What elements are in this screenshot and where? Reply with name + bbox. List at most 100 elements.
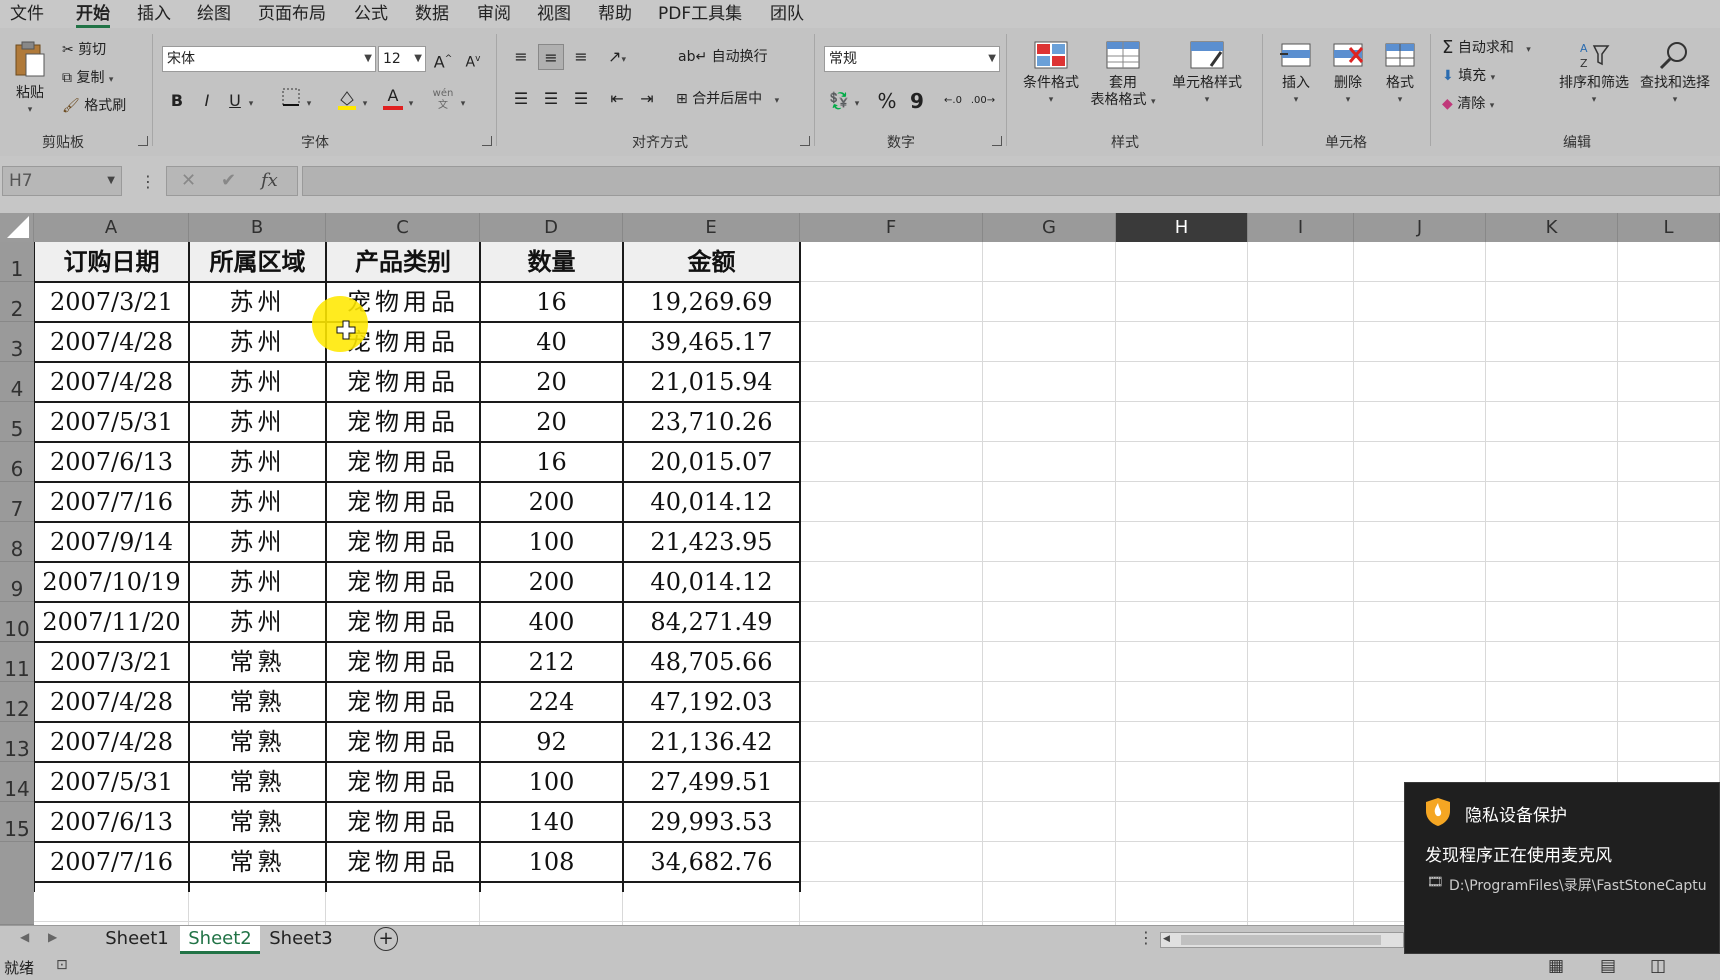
row-header-8[interactable]: 8 xyxy=(0,522,34,562)
number-format-select[interactable]: 常规 ▼ xyxy=(824,46,1000,72)
align-bottom-button[interactable]: ≡ xyxy=(568,44,594,70)
sheet-tab-2[interactable]: Sheet2 xyxy=(180,926,260,954)
fill-color-dropdown[interactable]: ▾ xyxy=(358,88,372,114)
table-header-cell[interactable]: 数量 xyxy=(480,242,623,282)
table-cell[interactable]: 2007/7/16 xyxy=(34,842,189,882)
format-as-table-button[interactable]: 套用 表格格式 ▾ xyxy=(1084,40,1162,111)
column-header-j[interactable]: J xyxy=(1354,213,1486,242)
shrink-font-button[interactable]: Av xyxy=(460,46,486,72)
merge-center-button[interactable]: ⊞ 合并后居中 ▾ xyxy=(676,87,779,111)
row-header-12[interactable]: 12 xyxy=(0,682,34,722)
table-cell[interactable]: 20 xyxy=(480,362,623,402)
table-cell[interactable]: 苏州 xyxy=(189,602,326,642)
font-name-select[interactable]: 宋体 ▼ xyxy=(162,46,376,72)
row-header-11[interactable]: 11 xyxy=(0,642,34,682)
table-cell[interactable]: 2007/6/13 xyxy=(34,802,189,842)
table-cell[interactable]: 2007/10/19 xyxy=(34,562,189,602)
menu-page-layout[interactable]: 页面布局 xyxy=(258,2,326,26)
column-header-e[interactable]: E xyxy=(623,213,800,242)
italic-button[interactable]: I xyxy=(194,88,220,114)
sort-filter-button[interactable]: AZ 排序和筛选 ▾ xyxy=(1554,40,1634,109)
more-options-icon[interactable]: ⋮ xyxy=(140,170,156,194)
table-cell[interactable]: 常熟 xyxy=(189,762,326,802)
row-header-14[interactable]: 14 xyxy=(0,762,34,802)
align-right-button[interactable]: ☰ xyxy=(568,86,594,112)
table-cell[interactable]: 2007/5/31 xyxy=(34,402,189,442)
underline-dropdown[interactable]: ▾ xyxy=(244,88,258,114)
table-cell[interactable]: 宠物用品 xyxy=(326,522,480,562)
menu-formulas[interactable]: 公式 xyxy=(354,2,388,26)
cell-styles-button[interactable]: 单元格样式 ▾ xyxy=(1162,40,1252,109)
row-header-4[interactable]: 4 xyxy=(0,362,34,402)
table-cell[interactable]: 23,710.26 xyxy=(623,402,800,442)
font-color-button[interactable]: A xyxy=(380,86,406,112)
conditional-format-button[interactable]: 条件格式 ▾ xyxy=(1018,40,1084,109)
column-header-d[interactable]: D xyxy=(480,213,623,242)
table-cell[interactable]: 2007/4/28 xyxy=(34,322,189,362)
table-cell[interactable]: 108 xyxy=(480,842,623,882)
table-cell[interactable]: 苏州 xyxy=(189,522,326,562)
table-cell[interactable]: 苏州 xyxy=(189,402,326,442)
border-dropdown[interactable]: ▾ xyxy=(302,88,316,114)
table-cell[interactable]: 宠物用品 xyxy=(326,642,480,682)
orientation-button[interactable]: ↗▾ xyxy=(604,44,630,70)
table-cell[interactable]: 200 xyxy=(480,482,623,522)
align-middle-button[interactable]: ≡ xyxy=(538,44,564,70)
table-cell[interactable]: 212 xyxy=(480,642,623,682)
formula-input[interactable] xyxy=(302,166,1720,196)
table-cell[interactable]: 宠物用品 xyxy=(326,722,480,762)
column-header-a[interactable]: A xyxy=(34,213,189,242)
sheet-tab-1[interactable]: Sheet1 xyxy=(98,926,176,954)
scroll-tabs-left-icon[interactable]: ◀ xyxy=(20,930,29,944)
menu-view[interactable]: 视图 xyxy=(537,2,571,26)
font-color-dropdown[interactable]: ▾ xyxy=(404,88,418,114)
enter-icon[interactable]: ✔ xyxy=(221,170,236,191)
table-cell[interactable]: 常熟 xyxy=(189,802,326,842)
table-cell[interactable]: 宠物用品 xyxy=(326,762,480,802)
menu-data[interactable]: 数据 xyxy=(415,2,449,26)
border-button[interactable] xyxy=(278,88,304,114)
table-cell[interactable]: 常熟 xyxy=(189,842,326,882)
table-cell[interactable]: 2007/5/31 xyxy=(34,762,189,802)
table-cell[interactable]: 2007/11/20 xyxy=(34,602,189,642)
fill-button[interactable]: ⬇ 填充 ▾ xyxy=(1442,64,1495,88)
row-header-1[interactable]: 1 xyxy=(0,242,34,282)
table-cell[interactable]: 2007/7/16 xyxy=(34,482,189,522)
table-cell[interactable]: 宠物用品 xyxy=(326,842,480,882)
clipboard-launcher-icon[interactable] xyxy=(138,136,148,146)
clear-button[interactable]: ◆ 清除 ▾ xyxy=(1442,92,1494,116)
menu-review[interactable]: 审阅 xyxy=(477,2,511,26)
table-cell[interactable]: 常熟 xyxy=(189,642,326,682)
insert-cells-button[interactable]: 插入 ▾ xyxy=(1272,40,1320,109)
cut-button[interactable]: ✂ 剪切 xyxy=(62,38,106,62)
row-header-15[interactable]: 15 xyxy=(0,802,34,842)
table-cell[interactable]: 20,015.07 xyxy=(623,442,800,482)
menu-insert[interactable]: 插入 xyxy=(137,2,171,26)
column-header-l[interactable]: L xyxy=(1618,213,1720,242)
table-cell[interactable]: 21,136.42 xyxy=(623,722,800,762)
table-cell[interactable]: 400 xyxy=(480,602,623,642)
grow-font-button[interactable]: A^ xyxy=(430,46,456,72)
column-header-h[interactable]: H xyxy=(1116,213,1248,242)
row-header-partial[interactable] xyxy=(0,842,34,925)
select-all-button[interactable] xyxy=(0,213,34,242)
table-header-cell[interactable]: 产品类别 xyxy=(326,242,480,282)
table-cell[interactable]: 2007/9/14 xyxy=(34,522,189,562)
table-cell[interactable]: 21,015.94 xyxy=(623,362,800,402)
column-header-b[interactable]: B xyxy=(189,213,326,242)
find-select-button[interactable]: 查找和选择 ▾ xyxy=(1634,40,1716,109)
table-cell[interactable]: 84,271.49 xyxy=(623,602,800,642)
column-header-g[interactable]: G xyxy=(983,213,1116,242)
more-options-icon[interactable]: ⋮ xyxy=(1138,928,1154,947)
menu-help[interactable]: 帮助 xyxy=(598,2,632,26)
font-size-select[interactable]: 12 ▼ xyxy=(378,46,426,72)
table-cell[interactable]: 苏州 xyxy=(189,442,326,482)
menu-file[interactable]: 文件 xyxy=(10,2,44,26)
table-cell[interactable]: 100 xyxy=(480,522,623,562)
table-cell[interactable]: 苏州 xyxy=(189,282,326,322)
row-header-13[interactable]: 13 xyxy=(0,722,34,762)
table-cell[interactable]: 20 xyxy=(480,402,623,442)
row-header-9[interactable]: 9 xyxy=(0,562,34,602)
format-painter-button[interactable]: 🖌 格式刷 xyxy=(62,94,126,118)
normal-view-icon[interactable]: ▦ xyxy=(1548,956,1564,976)
